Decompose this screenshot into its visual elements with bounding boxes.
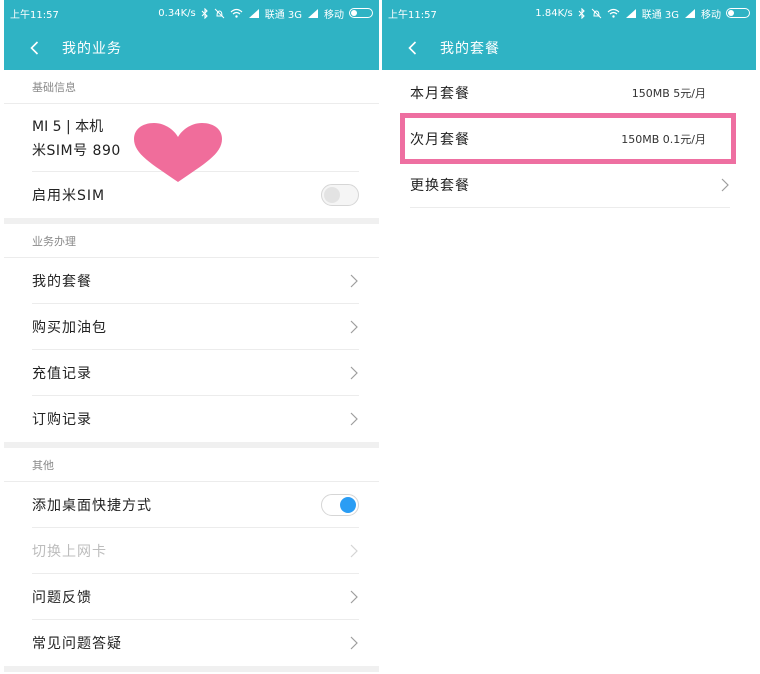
chevron-right-icon: [721, 178, 729, 191]
change-plan-row[interactable]: 更换套餐: [410, 162, 730, 208]
list-item-label: 购买加油包: [32, 319, 107, 336]
bluetooth-icon: [578, 7, 585, 19]
status-time: 上午11:57: [10, 9, 59, 21]
desktop-shortcut-row[interactable]: 添加桌面快捷方式: [32, 482, 359, 528]
toggle-knob: [340, 496, 356, 513]
my-plan-screen: 上午11:57 1.84K/s 联通 3G 移动 我的套餐 本月套餐 150MB…: [382, 0, 756, 674]
battery-icon: [349, 8, 373, 18]
list-item-label: 订购记录: [32, 412, 92, 428]
section-header-basic: 基础信息: [4, 70, 379, 104]
network-speed: 1.84K/s: [535, 7, 573, 19]
signal-icon: [308, 9, 318, 18]
my-plan-row[interactable]: 我的套餐: [32, 258, 359, 304]
chevron-right-icon: [350, 412, 358, 426]
carrier-2: 移动: [701, 9, 721, 21]
back-arrow-icon: [408, 41, 417, 55]
plan-value: 150MB 5元/月: [631, 86, 706, 100]
feedback-row[interactable]: 问题反馈: [32, 574, 359, 620]
list-item-label: 切换上网卡: [32, 543, 107, 560]
list-item-label: 问题反馈: [32, 589, 92, 606]
chevron-right-icon: [350, 320, 358, 333]
section-header-other: 其他: [4, 448, 379, 482]
recharge-history-row[interactable]: 充值记录: [32, 350, 359, 396]
header: 我的套餐: [382, 26, 756, 70]
plan-value: 150MB 0.1元/月: [621, 132, 706, 146]
signal-icon: [685, 9, 695, 18]
wifi-icon: [230, 8, 243, 18]
carrier-2: 移动: [324, 9, 344, 21]
chevron-right-icon: [350, 366, 358, 379]
desktop-shortcut-toggle[interactable]: [321, 493, 359, 516]
status-time: 上午11:57: [388, 9, 437, 21]
section-header-business: 业务办理: [4, 224, 379, 258]
back-button[interactable]: [30, 34, 52, 62]
back-arrow-icon: [30, 41, 39, 55]
switch-data-card-row: 切换上网卡: [32, 528, 359, 574]
current-month-plan-row[interactable]: 本月套餐 150MB 5元/月: [410, 70, 730, 116]
sim-info: MI 5 | 本机 米SIM号 890: [32, 104, 359, 182]
wifi-icon: [607, 8, 620, 18]
enable-sim-toggle[interactable]: [321, 184, 359, 206]
business-screen: 上午11:57 0.34K/s 联通 3G 移动 我的业务 基础信息 MI 5 …: [4, 0, 379, 674]
order-history-row[interactable]: 订购记录: [32, 396, 359, 442]
plan-label: 次月套餐: [410, 131, 470, 148]
plan-label: 本月套餐: [410, 85, 470, 102]
signal-icon: [248, 9, 259, 18]
list-item-label: 充值记录: [32, 365, 92, 382]
network-speed: 0.34K/s: [158, 7, 196, 19]
bluetooth-icon: [201, 7, 208, 19]
chevron-right-icon: [350, 590, 358, 603]
next-month-plan-row[interactable]: 次月套餐 150MB 0.1元/月: [410, 116, 730, 162]
bottom-divider: [4, 666, 379, 672]
enable-sim-label: 启用米SIM: [32, 188, 106, 204]
buy-data-pack-row[interactable]: 购买加油包: [32, 304, 359, 350]
list-item-label: 我的套餐: [32, 273, 92, 290]
list-item-label: 常见问题答疑: [32, 636, 122, 652]
chevron-right-icon: [350, 544, 358, 557]
alarm-off-icon: [591, 8, 602, 18]
desktop-shortcut-label: 添加桌面快捷方式: [32, 497, 152, 514]
page-title: 我的套餐: [440, 41, 500, 57]
status-bar: 上午11:57 0.34K/s 联通 3G 移动: [4, 0, 379, 26]
toggle-knob: [324, 187, 340, 203]
carrier-1: 联通 3G: [641, 9, 679, 21]
alarm-off-icon: [214, 8, 225, 18]
header: 我的业务: [4, 26, 379, 70]
back-button[interactable]: [408, 34, 430, 62]
plan-label: 更换套餐: [410, 177, 470, 194]
carrier-1: 联通 3G: [264, 9, 302, 21]
status-bar: 上午11:57 1.84K/s 联通 3G 移动: [382, 0, 756, 26]
page-title: 我的业务: [62, 41, 122, 57]
chevron-right-icon: [350, 636, 358, 650]
heart-sticker-icon: [134, 123, 222, 182]
battery-icon: [726, 8, 750, 18]
signal-icon: [625, 9, 636, 18]
faq-row[interactable]: 常见问题答疑: [32, 620, 359, 666]
chevron-right-icon: [350, 274, 358, 287]
